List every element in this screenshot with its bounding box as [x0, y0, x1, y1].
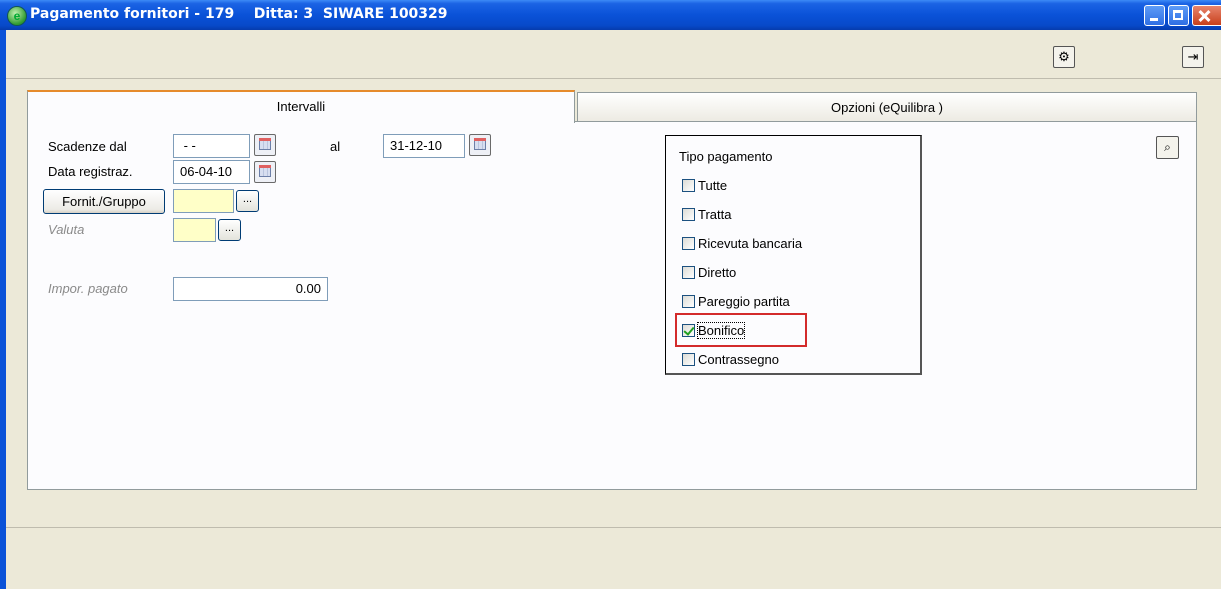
checkbox-label: Diretto: [698, 265, 737, 280]
checkbox-box[interactable]: [682, 353, 695, 366]
data-registraz-label: Data registraz.: [48, 164, 133, 179]
app-window: e Pagamento fornitori - 179 Ditta: 3 SIW…: [0, 0, 1221, 589]
title-bar[interactable]: e Pagamento fornitori - 179 Ditta: 3 SIW…: [0, 0, 1221, 30]
highlight-box: [675, 313, 807, 347]
calendar-icon[interactable]: [469, 134, 491, 156]
checkbox-box[interactable]: [682, 179, 695, 192]
status-separator: [6, 527, 1221, 528]
checkbox-label: Tratta: [698, 207, 732, 222]
al-label: al: [330, 139, 341, 154]
tab-strip: Intervalli Opzioni (eQuilibra ): [27, 90, 1197, 123]
checkbox-label: Tutte: [698, 178, 728, 193]
exit-door-icon[interactable]: ⇥: [1182, 46, 1204, 68]
checkbox-box[interactable]: [682, 237, 695, 250]
window-border: [0, 30, 6, 589]
checkbox-box[interactable]: [682, 208, 695, 221]
scadenze-dal-label: Scadenze dal: [48, 139, 127, 154]
tab-intervalli[interactable]: Intervalli: [27, 90, 575, 123]
fornit-lookup-button[interactable]: ...: [236, 190, 259, 212]
impor-pagato-field[interactable]: 0.00: [173, 277, 328, 301]
checkbox-label: Ricevuta bancaria: [698, 236, 803, 251]
impor-pagato-label: Impor. pagato: [48, 281, 128, 296]
checkbox-box[interactable]: [682, 266, 695, 279]
settings-icon[interactable]: ⚙: [1053, 46, 1075, 68]
search-icon[interactable]: ⌕: [1156, 136, 1179, 159]
minimize-icon[interactable]: [1144, 5, 1165, 26]
calendar-icon[interactable]: [254, 161, 276, 183]
app-icon[interactable]: e: [7, 6, 27, 26]
valuta-label: Valuta: [48, 222, 85, 237]
calendar-icon[interactable]: [254, 134, 276, 156]
window-title: Pagamento fornitori - 179 Ditta: 3 SIWAR…: [30, 6, 448, 22]
valuta-lookup-button[interactable]: ...: [218, 219, 241, 241]
tipo-pagamento-title: Tipo pagamento: [679, 149, 773, 164]
checkbox-box[interactable]: [682, 295, 695, 308]
al-date-field[interactable]: 31-12-10: [383, 134, 465, 158]
fornit-gruppo-field[interactable]: [173, 189, 234, 213]
checkbox-label: Contrassegno: [698, 352, 779, 367]
fornit-gruppo-button[interactable]: Fornit./Gruppo: [43, 189, 165, 214]
scadenze-dal-field[interactable]: - -: [173, 134, 250, 158]
maximize-icon[interactable]: [1168, 5, 1189, 26]
data-registraz-field[interactable]: 06-04-10: [173, 160, 250, 184]
toolbar: ⚙ ⇥: [6, 30, 1221, 79]
valuta-field[interactable]: [173, 218, 216, 242]
tab-opzioni[interactable]: Opzioni (eQuilibra ): [577, 92, 1197, 122]
close-icon[interactable]: [1192, 5, 1221, 26]
checkbox-label: Pareggio partita: [698, 294, 790, 309]
